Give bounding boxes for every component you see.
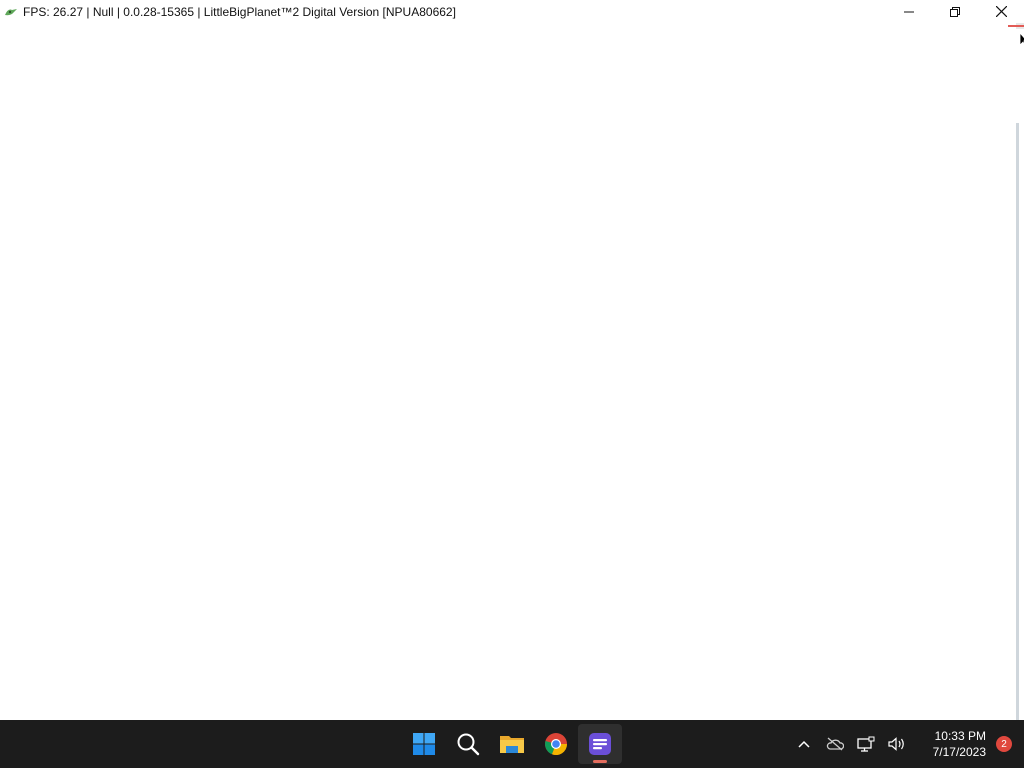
clock-time: 10:33 PM <box>934 729 986 743</box>
volume-button[interactable] <box>881 724 912 764</box>
system-tray: 10:33 PM 7/17/2023 2 <box>788 720 1024 768</box>
active-app-button[interactable] <box>578 724 622 764</box>
window-title: FPS: 26.27 | Null | 0.0.28-15365 | Littl… <box>23 4 456 19</box>
taskbar-pinned-apps <box>402 720 622 768</box>
window-titlebar[interactable]: FPS: 26.27 | Null | 0.0.28-15365 | Littl… <box>0 0 1024 23</box>
windows-start-icon <box>413 733 435 755</box>
file-explorer-button[interactable] <box>490 724 534 764</box>
purple-app-icon <box>589 733 611 755</box>
network-icon <box>856 736 874 752</box>
taskbar-clock[interactable]: 10:33 PM 7/17/2023 <box>912 724 992 764</box>
show-hidden-icons-button[interactable] <box>788 724 819 764</box>
onedrive-button[interactable] <box>819 724 850 764</box>
window-controls <box>886 0 1024 23</box>
chrome-button[interactable] <box>534 724 578 764</box>
restore-button[interactable] <box>932 0 978 23</box>
search-button[interactable] <box>446 724 490 764</box>
taskbar: 10:33 PM 7/17/2023 2 <box>0 720 1024 768</box>
active-indicator <box>593 760 607 763</box>
start-button[interactable] <box>402 724 446 764</box>
clock-date: 7/17/2023 <box>932 745 986 759</box>
mouse-cursor-icon <box>1019 32 1024 46</box>
background-window-edge <box>1016 123 1019 720</box>
onedrive-offline-icon <box>826 737 844 751</box>
volume-icon <box>887 737 904 751</box>
close-button[interactable] <box>978 0 1024 23</box>
edge-red-accent <box>1008 25 1024 27</box>
notification-badge[interactable]: 2 <box>996 736 1012 752</box>
restore-icon <box>950 6 960 17</box>
minimize-icon <box>904 11 914 12</box>
close-icon <box>995 6 1007 17</box>
chevron-up-icon <box>797 740 810 748</box>
folder-icon <box>500 736 524 753</box>
minimize-button[interactable] <box>886 0 932 23</box>
game-viewport[interactable] <box>0 23 1016 720</box>
window-right-edge <box>1008 23 1024 720</box>
network-button[interactable] <box>850 724 881 764</box>
rpcs3-app-icon <box>4 7 18 17</box>
search-icon <box>457 733 480 756</box>
chrome-icon <box>545 733 568 756</box>
